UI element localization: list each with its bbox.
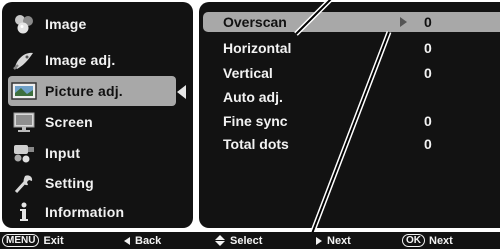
submenu-row-vertical[interactable]: Vertical 0 (213, 62, 500, 84)
submenu-row-label: Vertical (223, 65, 273, 81)
picture-adjust-icon (11, 79, 37, 103)
submenu-row-value: 0 (424, 136, 432, 152)
menu-item-information[interactable]: Information (8, 197, 191, 227)
input-connector-icon (11, 141, 37, 165)
value-arrow-icon (400, 17, 407, 27)
menu-item-screen[interactable]: Screen (8, 107, 191, 137)
submenu-row-value: 0 (424, 65, 432, 81)
menu-item-label: Picture adj. (45, 83, 123, 99)
menu-item-label: Information (45, 204, 125, 220)
menu-item-input[interactable]: Input (8, 138, 191, 168)
palette-icon (11, 48, 37, 72)
menu-item-label: Setting (45, 175, 94, 191)
guide-ok-next-label: Next (429, 234, 453, 247)
submenu-row-label: Auto adj. (223, 89, 283, 105)
main-menu-panel: Image Image adj. Picture adj. Screen Inp… (2, 2, 193, 228)
guide-select: Select (215, 232, 262, 249)
submenu-row-label: Overscan (223, 14, 287, 30)
submenu-row-overscan[interactable]: Overscan 0 (203, 12, 500, 32)
guide-exit-label: Exit (43, 234, 64, 247)
menu-item-label: Input (45, 145, 81, 161)
right-arrow-icon (316, 236, 322, 245)
submenu-row-total-dots[interactable]: Total dots 0 (213, 133, 500, 155)
menu-item-picture-adj[interactable]: Picture adj. (8, 76, 176, 106)
info-icon (11, 200, 37, 224)
guide-back: Back (124, 232, 161, 249)
screen-icon (11, 110, 37, 134)
guide-next-label: Next (327, 234, 351, 247)
up-down-arrows-icon (215, 235, 225, 246)
left-arrow-icon (124, 236, 130, 245)
submenu-row-label: Fine sync (223, 113, 288, 129)
submenu-row-auto-adj[interactable]: Auto adj. (213, 86, 500, 108)
color-spheres-icon (11, 12, 37, 36)
ok-key-label: OK (402, 234, 425, 247)
menu-item-image[interactable]: Image (8, 9, 191, 39)
menu-item-setting[interactable]: Setting (8, 168, 191, 198)
submenu-row-value: 0 (424, 113, 432, 129)
guide-next: Next (316, 232, 351, 249)
menu-item-label: Screen (45, 114, 93, 130)
submenu-row-horizontal[interactable]: Horizontal 0 (213, 37, 500, 59)
menu-selected-arrow-icon (177, 85, 186, 99)
submenu-row-label: Total dots (223, 136, 289, 152)
wrench-icon (11, 171, 37, 195)
menu-item-label: Image (45, 16, 87, 32)
submenu-row-value: 0 (424, 14, 432, 30)
menu-key-label: MENU (2, 234, 40, 247)
menu-item-label: Image adj. (45, 52, 116, 68)
guide-back-label: Back (135, 234, 162, 247)
guide-bar: MENU Exit Back Select Next OK Next (0, 232, 500, 249)
submenu-row-fine-sync[interactable]: Fine sync 0 (213, 110, 500, 132)
projector-osd-screen: Image Image adj. Picture adj. Screen Inp… (0, 0, 500, 249)
submenu-panel: Overscan 0 Horizontal 0 Vertical 0 Auto … (199, 2, 500, 228)
menu-item-image-adj[interactable]: Image adj. (8, 45, 191, 75)
submenu-row-value: 0 (424, 40, 432, 56)
guide-exit: MENU Exit (2, 232, 64, 249)
guide-ok-next: OK Next (402, 232, 453, 249)
submenu-row-label: Horizontal (223, 40, 292, 56)
guide-select-label: Select (230, 234, 263, 247)
